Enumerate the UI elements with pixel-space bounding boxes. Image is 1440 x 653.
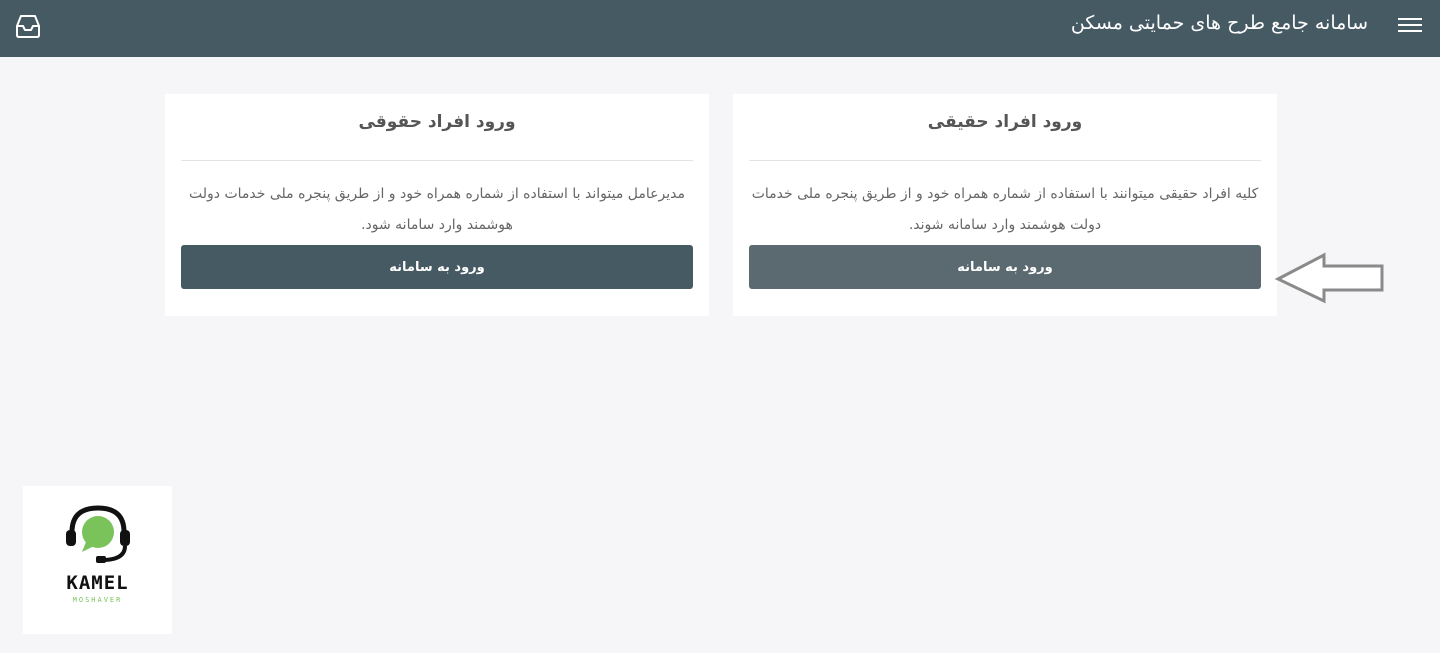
card-description: کلیه افراد حقیقی میتوانند با استفاده از … bbox=[751, 186, 1259, 233]
top-navbar: سامانه جامع طرح های حمایتی مسکن bbox=[0, 0, 1440, 57]
card-description: مدیرعامل میتواند با استفاده از شماره همر… bbox=[189, 186, 685, 233]
logo-sub-text: MOSHAVER bbox=[72, 596, 123, 604]
headset-chat-icon bbox=[65, 505, 130, 563]
left-arrow-outline-icon bbox=[1272, 252, 1388, 304]
hamburger-menu-icon[interactable] bbox=[1398, 14, 1422, 38]
card-title: ورود افراد حقوقی bbox=[358, 112, 516, 132]
card-title: ورود افراد حقیقی bbox=[927, 112, 1083, 132]
logo-main-text: KAMEL bbox=[66, 572, 129, 594]
login-button-legal[interactable]: ورود به سامانه bbox=[181, 245, 693, 289]
inbox-tray-icon[interactable] bbox=[14, 13, 42, 39]
card-real-persons: ورود افراد حقیقی کلیه افراد حقیقی میتوان… bbox=[733, 94, 1277, 316]
app-title: سامانه جامع طرح های حمایتی مسکن bbox=[1070, 12, 1368, 34]
kamel-moshaver-logo: KAMEL MOSHAVER bbox=[23, 486, 172, 634]
card-legal-persons: ورود افراد حقوقی مدیرعامل میتواند با است… bbox=[165, 94, 709, 316]
login-button-real[interactable]: ورود به سامانه bbox=[749, 245, 1261, 289]
